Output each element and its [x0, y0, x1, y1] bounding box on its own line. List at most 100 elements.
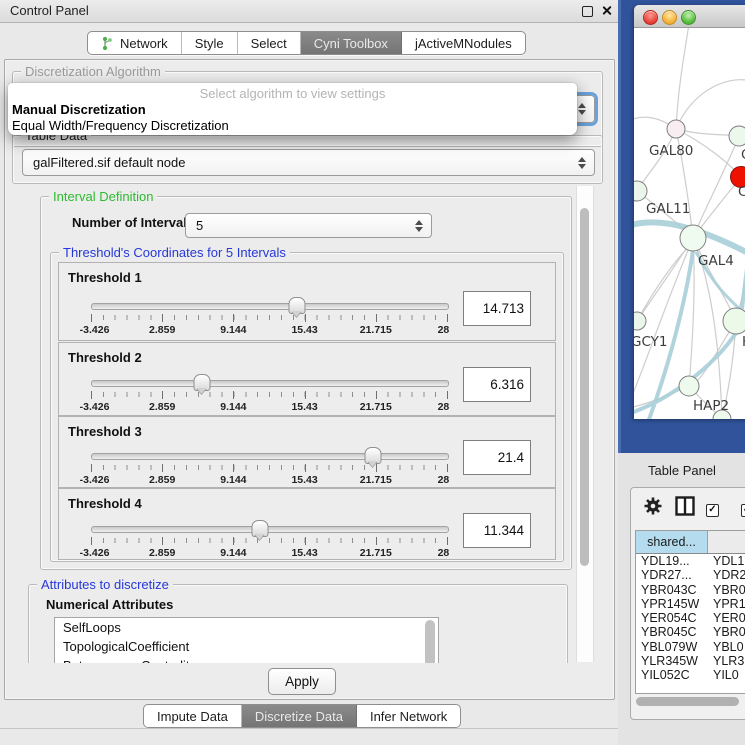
zoom-traffic-light-icon[interactable] — [681, 10, 696, 25]
network-icon — [101, 36, 114, 51]
node-hap2[interactable] — [679, 376, 699, 396]
node-label-gal11: GAL11 — [646, 201, 690, 217]
tab-style[interactable]: Style — [182, 32, 238, 54]
threshold-1-ticks: -3.426 2.859 9.144 15.43 21.715 28 — [91, 315, 447, 320]
control-panel-titlebar: Control Panel — [0, 0, 618, 23]
window-title: Control Panel — [10, 3, 89, 18]
table-data-combobox[interactable]: galFiltered.sif default node — [22, 149, 595, 176]
node-label-partial-c: C — [738, 184, 745, 200]
settings-scrollbar[interactable] — [576, 186, 594, 662]
number-of-intervals-label: Number of Intervals — [72, 215, 194, 230]
network-window-titlebar — [634, 5, 745, 28]
screen: Control Panel Network Style Select Cyni … — [0, 0, 745, 745]
table-horizontal-scrollbar[interactable] — [636, 697, 745, 707]
threshold-1-panel: Threshold 1 -3.426 2.859 9.144 15.43 21.… — [58, 262, 556, 341]
threshold-4-ticks: -3.426 2.859 9.144 15.43 21.715 28 — [91, 538, 447, 543]
threshold-2-slider[interactable] — [91, 380, 449, 387]
combo-stepper-icon — [578, 103, 586, 115]
table-row[interactable]: YBR045CYBR0 — [636, 625, 745, 639]
algorithm-dropdown-popup: Select algorithm to view settings Manual… — [8, 83, 577, 135]
settings-scroll-viewport: Interval Definition Number of Intervals … — [12, 184, 575, 663]
settings-scrollbar-thumb[interactable] — [580, 208, 589, 566]
threshold-4-slider-thumb[interactable] — [252, 520, 269, 537]
network-view-window: GAL80 G C GAL11 GAL4 GCY1 H HAP2 — [634, 5, 745, 419]
table-row[interactable]: YIL052CYIL0 — [636, 668, 745, 682]
numerical-attributes-list[interactable]: SelfLoops TopologicalCoefficient Between… — [54, 617, 439, 663]
threshold-2-slider-thumb[interactable] — [194, 374, 211, 391]
tab-select[interactable]: Select — [238, 32, 301, 54]
table-row[interactable]: YDR27...YDR2 — [636, 568, 745, 582]
tab-jactivemnodules[interactable]: jActiveMNodules — [402, 32, 525, 54]
threshold-3-ticks: -3.426 2.859 9.144 15.43 21.715 28 — [91, 465, 447, 470]
table-row[interactable]: YPR145WYPR1 — [636, 597, 745, 611]
top-tab-bar: Network Style Select Cyni Toolbox jActiv… — [87, 31, 526, 55]
discretization-algorithm-group-title: Discretization Algorithm — [21, 64, 165, 79]
table-row[interactable]: YBR043CYBR0 — [636, 583, 745, 597]
columns-icon[interactable] — [675, 496, 695, 516]
spinner-stepper-icon — [415, 220, 423, 232]
close-icon[interactable] — [601, 5, 612, 16]
node-gal4[interactable] — [680, 225, 706, 251]
tab-impute-data[interactable]: Impute Data — [144, 705, 242, 727]
table-horizontal-scrollbar-thumb[interactable] — [636, 697, 739, 706]
tab-discretize-data[interactable]: Discretize Data — [242, 705, 357, 727]
list-scrollbar[interactable] — [425, 620, 435, 663]
threshold-4-label: Threshold 4 — [68, 496, 142, 511]
network-canvas[interactable]: GAL80 G C GAL11 GAL4 GCY1 H HAP2 — [634, 28, 745, 419]
threshold-3-slider-thumb[interactable] — [365, 447, 382, 464]
number-of-intervals-spinner[interactable]: 5 — [185, 213, 432, 238]
number-of-intervals-value: 5 — [196, 218, 203, 233]
dropdown-hint: Select algorithm to view settings — [8, 86, 577, 101]
column-header-name[interactable]: n — [708, 531, 745, 553]
table-row[interactable]: YER054CYER0 — [636, 611, 745, 625]
window-bottom-edge — [0, 728, 618, 729]
threshold-2-panel: Threshold 2 -3.426 2.859 9.144 15.43 21.… — [58, 342, 556, 416]
table-data-selected-value: galFiltered.sif default node — [33, 155, 185, 170]
node-attribute-table: shared... n YDL19...YDL1 YDR27...YDR2 YB… — [635, 530, 745, 694]
tab-infer-network[interactable]: Infer Network — [357, 705, 460, 727]
table-row[interactable]: YLR345WYLR3 — [636, 654, 745, 668]
gear-icon[interactable] — [643, 496, 663, 516]
threshold-2-ticks: -3.426 2.859 9.144 15.43 21.715 28 — [91, 392, 447, 397]
table-panel-title: Table Panel — [648, 463, 716, 478]
numerical-attributes-label: Numerical Attributes — [46, 597, 173, 612]
node-gcy1[interactable] — [634, 312, 646, 330]
tab-cyni-toolbox[interactable]: Cyni Toolbox — [301, 32, 402, 54]
table-header-row: shared... n — [636, 531, 745, 554]
bottom-tab-bar: Impute Data Discretize Data Infer Networ… — [143, 704, 461, 728]
float-window-icon[interactable] — [582, 6, 593, 17]
table-row[interactable]: YDL19...YDL1 — [636, 554, 745, 568]
threshold-1-label: Threshold 1 — [68, 270, 142, 285]
threshold-1-slider-thumb[interactable] — [289, 297, 306, 314]
combo-stepper-icon — [578, 157, 586, 169]
checkbox-icon[interactable]: ✓ — [741, 504, 745, 517]
dropdown-option-equal-width-frequency[interactable]: Equal Width/Frequency Discretization — [12, 118, 229, 133]
network-frame: GAL80 G C GAL11 GAL4 GCY1 H HAP2 — [618, 0, 745, 453]
threshold-4-value-field[interactable]: 11.344 — [463, 513, 531, 548]
node-label-partial-g: G — [741, 147, 745, 163]
threshold-2-value-field[interactable]: 6.316 — [463, 367, 531, 402]
table-row[interactable]: YBL079WYBL0 — [636, 640, 745, 654]
tab-network[interactable]: Network — [88, 32, 182, 54]
dropdown-option-manual-discretization[interactable]: Manual Discretization — [12, 102, 146, 117]
column-header-shared-name[interactable]: shared... — [636, 531, 708, 553]
network-graph: GAL80 G C GAL11 GAL4 GCY1 H HAP2 — [634, 28, 745, 419]
node-label-gal4: GAL4 — [698, 253, 734, 269]
node-gal80[interactable] — [667, 120, 685, 138]
threshold-3-panel: Threshold 3 -3.426 2.859 9.144 15.43 21.… — [58, 416, 556, 488]
node-partial-h[interactable] — [723, 308, 745, 334]
minimize-traffic-light-icon[interactable] — [662, 10, 677, 25]
apply-button[interactable]: Apply — [268, 668, 336, 695]
threshold-1-slider[interactable] — [91, 303, 449, 310]
threshold-1-value-field[interactable]: 14.713 — [463, 291, 531, 326]
node-partial-right[interactable] — [729, 126, 745, 146]
list-item[interactable]: TopologicalCoefficient — [55, 637, 438, 656]
list-item[interactable]: SelfLoops — [55, 618, 438, 637]
close-traffic-light-icon[interactable] — [643, 10, 658, 25]
checkbox-icon[interactable]: ✓ — [706, 504, 719, 517]
threshold-3-value-field[interactable]: 21.4 — [463, 440, 531, 475]
threshold-4-slider[interactable] — [91, 526, 449, 533]
threshold-2-label: Threshold 2 — [68, 350, 142, 365]
list-item[interactable]: BetweennessCentrality — [55, 656, 438, 663]
threshold-3-slider[interactable] — [91, 453, 449, 460]
